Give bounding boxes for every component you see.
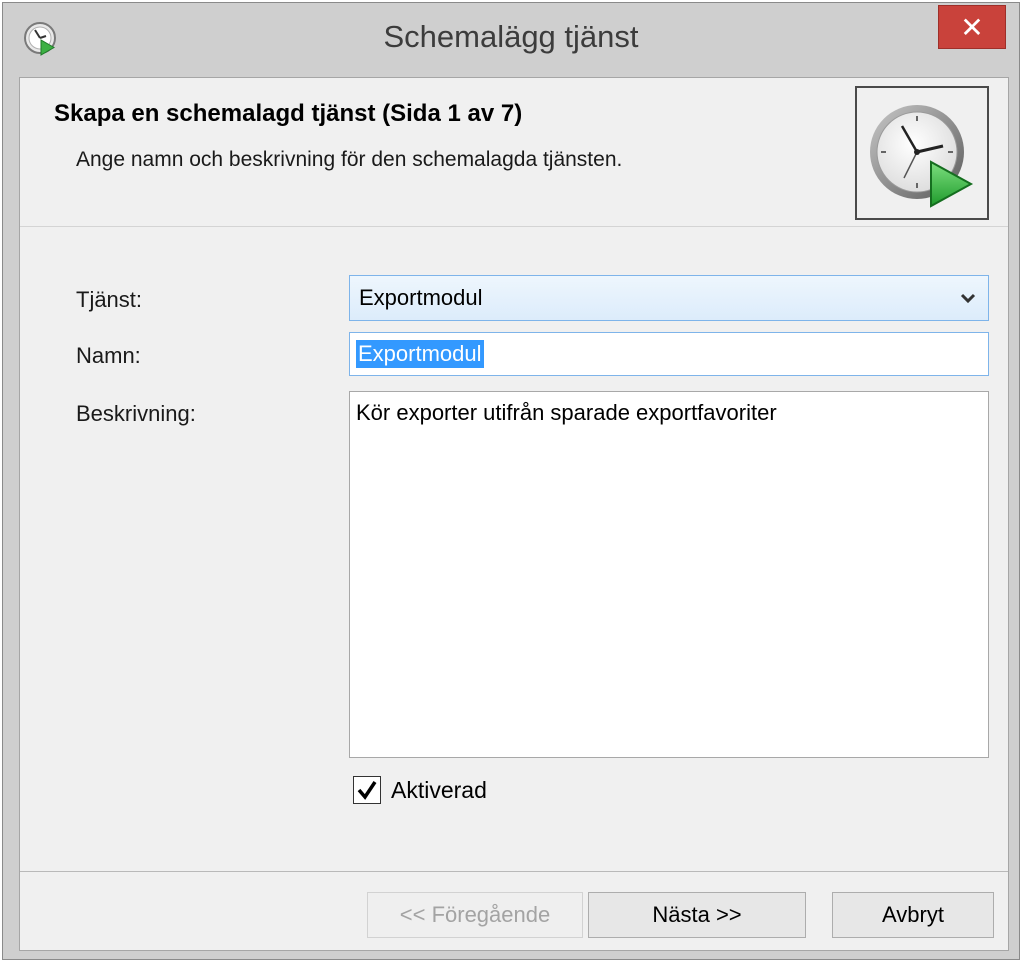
footer-divider	[20, 871, 1008, 872]
service-dropdown-value: Exportmodul	[359, 285, 483, 310]
service-label: Tjänst:	[76, 287, 143, 312]
enabled-checkbox-label[interactable]: Aktiverad	[391, 777, 487, 804]
chevron-down-icon	[960, 293, 976, 304]
page-title: Skapa en schemalagd tjänst (Sida 1 av 7)	[54, 100, 523, 127]
previous-button[interactable]: << Föregående	[367, 892, 583, 938]
service-dropdown[interactable]: Exportmodul	[349, 275, 989, 321]
clock-play-icon	[870, 105, 974, 208]
dialog-window: Schemalägg tjänst ✕ Skapa en schemalagd …	[2, 2, 1020, 960]
description-value: Kör exporter utifrån sparade exportfavor…	[356, 400, 777, 425]
header-icon-frame	[855, 86, 989, 220]
dialog-client-area: Skapa en schemalagd tjänst (Sida 1 av 7)…	[19, 77, 1009, 951]
name-label: Namn:	[76, 343, 141, 368]
cancel-button[interactable]: Avbryt	[832, 892, 994, 938]
close-button[interactable]: ✕	[938, 5, 1006, 49]
checkmark-icon	[357, 781, 377, 800]
enabled-checkbox[interactable]	[353, 776, 381, 804]
page-subtitle: Ange namn och beskrivning för den schema…	[76, 148, 623, 171]
name-input[interactable]: Exportmodul	[349, 332, 989, 376]
next-button[interactable]: Nästa >>	[588, 892, 806, 938]
window-title: Schemalägg tjänst	[383, 19, 639, 54]
wizard-header: Skapa en schemalagd tjänst (Sida 1 av 7)…	[20, 78, 1008, 227]
name-input-value: Exportmodul	[356, 340, 484, 368]
description-label: Beskrivning:	[76, 401, 196, 426]
description-textarea[interactable]: Kör exporter utifrån sparade exportfavor…	[349, 391, 989, 758]
title-bar[interactable]: Schemalägg tjänst ✕	[3, 3, 1019, 73]
